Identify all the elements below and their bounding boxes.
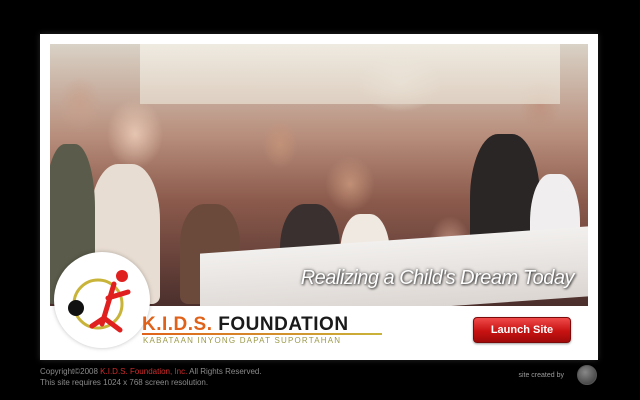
logo-badge — [54, 252, 150, 348]
site-created-by-label: site created by — [518, 372, 564, 379]
brand-motto: KABATAAN INYONG DAPAT SUPORTAHAN — [143, 336, 342, 345]
splash-card: Realizing a Child's Dream Today K.I.D.S.… — [40, 34, 598, 360]
hero-tagline: Realizing a Child's Dream Today — [300, 267, 575, 289]
copyright-line: Copyright©2008 K.I.D.S. Foundation, Inc.… — [40, 366, 262, 377]
brand-name-prefix: K.I.D.S. — [142, 314, 213, 335]
footer-text: Copyright©2008 K.I.D.S. Foundation, Inc.… — [40, 366, 262, 388]
copyright-suffix: All Rights Reserved. — [189, 367, 262, 376]
copyright-org-link[interactable]: K.I.D.S. Foundation, Inc. — [100, 367, 187, 376]
stick-figure-logo-icon — [68, 270, 131, 333]
brand-underline — [142, 333, 382, 335]
launch-site-button[interactable]: Launch Site — [473, 317, 571, 343]
resolution-note: This site requires 1024 x 768 screen res… — [40, 378, 209, 387]
brand-name-suffix: FOUNDATION — [218, 314, 349, 335]
copyright-prefix: Copyright©2008 — [40, 367, 98, 376]
creator-logo-icon[interactable] — [577, 365, 597, 385]
photo-background-wall — [140, 44, 560, 104]
